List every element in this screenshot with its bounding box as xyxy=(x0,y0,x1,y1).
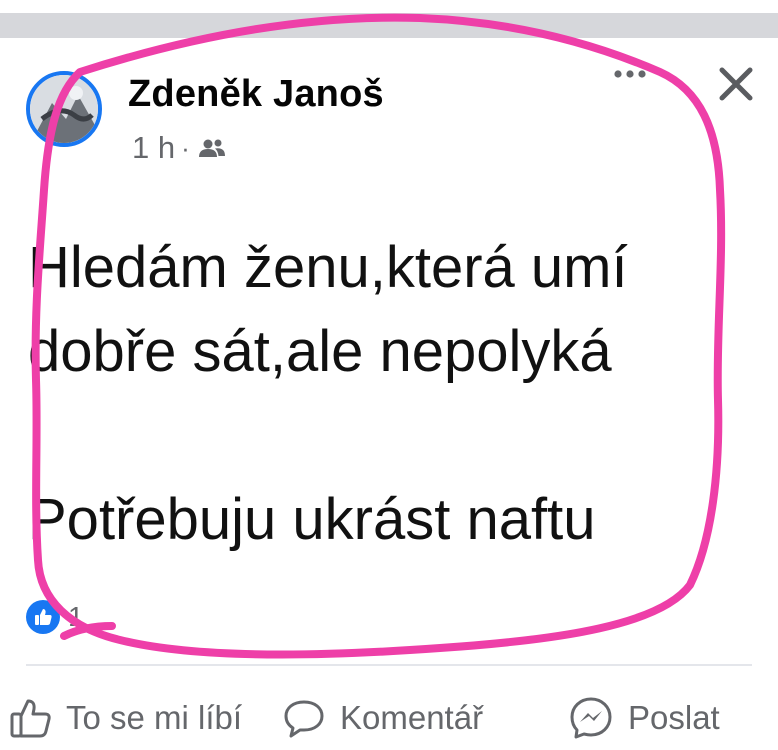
avatar-photo xyxy=(30,75,98,143)
like-button-label: To se mi líbí xyxy=(66,699,243,736)
friends-icon[interactable] xyxy=(198,137,226,159)
top-bar xyxy=(0,0,778,38)
more-horizontal-icon[interactable] xyxy=(608,60,652,84)
comment-bubble-icon xyxy=(284,700,324,738)
post-text-line xyxy=(28,394,768,478)
post-text: Hledám ženu,která umí dobře sát,ale nepol… xyxy=(28,226,768,562)
post-text-line: dobře sát,ale nepolyká xyxy=(28,319,612,384)
close-icon[interactable] xyxy=(714,62,758,106)
author-name[interactable]: Zdeněk Janoš xyxy=(128,73,384,116)
thumbs-up-icon xyxy=(10,699,51,738)
comment-button-label: Komentář xyxy=(340,699,484,736)
share-button[interactable]: Poslat xyxy=(568,690,720,746)
post-meta: 1 h · xyxy=(132,130,226,166)
post-text-line: Hledám ženu,která umí xyxy=(28,235,628,300)
comment-button[interactable]: Komentář xyxy=(282,690,483,746)
avatar[interactable] xyxy=(26,71,102,147)
thumbs-up-icon xyxy=(35,609,52,625)
reaction-count: 1 xyxy=(68,601,84,632)
meta-separator: · xyxy=(181,132,190,163)
reaction-summary[interactable]: 1 xyxy=(26,600,84,634)
messenger-icon xyxy=(570,697,612,739)
post-time[interactable]: 1 h xyxy=(132,130,175,166)
share-button-label: Poslat xyxy=(628,699,720,736)
post-text-line: Potřebuju ukrást naftu xyxy=(28,487,596,552)
top-bar-stripe xyxy=(0,13,778,38)
like-reaction-icon xyxy=(26,600,60,634)
actions-divider xyxy=(26,664,752,666)
like-button[interactable]: To se mi líbí xyxy=(8,690,242,746)
post-actions: To se mi líbí Komentář Poslat xyxy=(0,690,778,746)
